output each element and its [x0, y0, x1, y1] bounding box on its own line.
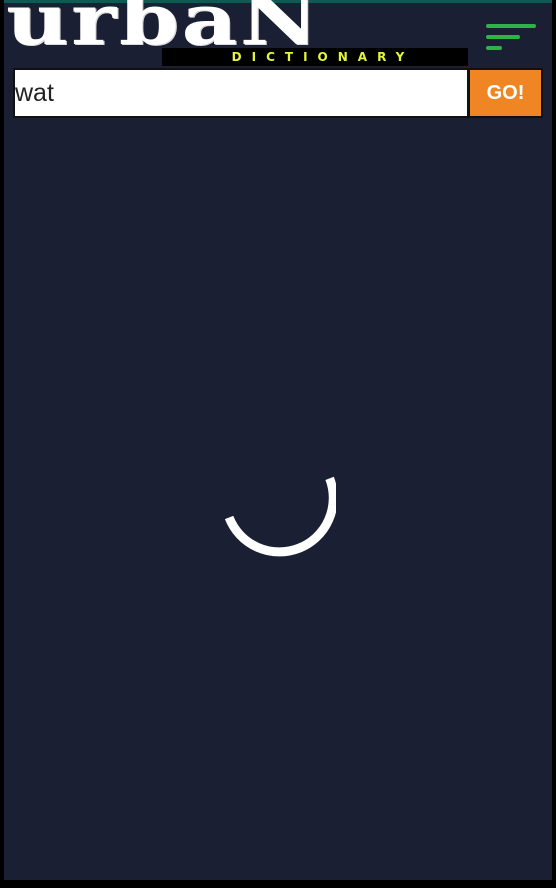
- logo-wordmark: urbaN: [6, 0, 321, 61]
- go-button[interactable]: GO!: [468, 68, 543, 118]
- logo-subtitle-bar: DICTIONARY: [162, 48, 468, 66]
- page: urbaN DICTIONARY GO!: [4, 0, 552, 880]
- search-form: GO!: [13, 68, 543, 118]
- urban-dictionary-logo[interactable]: urbaN DICTIONARY: [4, 0, 474, 67]
- hamburger-menu-icon-bar: [486, 46, 502, 50]
- logo-subtitle: DICTIONARY: [231, 50, 415, 64]
- loading-spinner-icon: [224, 476, 336, 557]
- menu-button[interactable]: [482, 21, 536, 55]
- header: urbaN DICTIONARY: [4, 0, 552, 67]
- search-input[interactable]: [13, 68, 469, 118]
- hamburger-menu-icon-bar: [486, 35, 520, 39]
- hamburger-menu-icon: [486, 24, 536, 28]
